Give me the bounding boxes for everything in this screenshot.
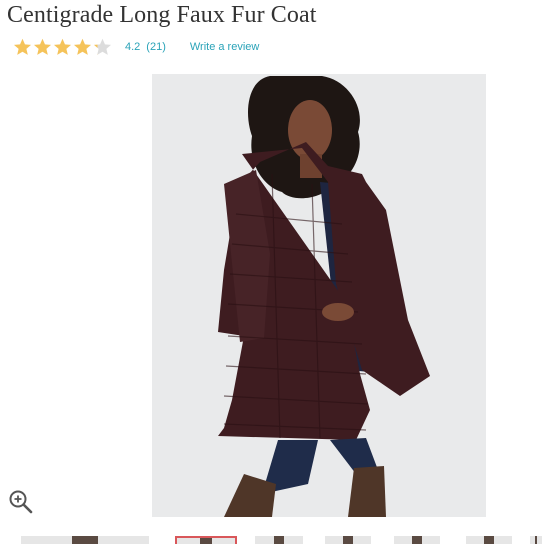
rating-value: 4.2 xyxy=(125,41,141,53)
rating-summary: 4.2 (21) Write a review xyxy=(13,37,259,57)
star-icon xyxy=(53,38,72,55)
thumbnail[interactable] xyxy=(21,536,149,544)
thumbnail-strip xyxy=(0,533,542,544)
thumbnail[interactable] xyxy=(394,536,440,544)
product-title: Centigrade Long Faux Fur Coat xyxy=(7,2,317,28)
thumbnail[interactable] xyxy=(255,536,303,544)
star-icon xyxy=(33,38,52,55)
review-count[interactable]: (21) xyxy=(146,41,166,53)
thumbnail[interactable] xyxy=(325,536,371,544)
star-empty-icon xyxy=(93,38,112,55)
product-main-image[interactable] xyxy=(152,74,486,517)
write-review-link[interactable]: Write a review xyxy=(190,41,259,53)
star-icon xyxy=(73,38,92,55)
thumbnail[interactable] xyxy=(466,536,512,544)
thumbnail[interactable] xyxy=(530,536,542,544)
star-icon xyxy=(13,38,32,55)
thumbnail-active[interactable] xyxy=(175,536,237,544)
zoom-in-icon[interactable] xyxy=(8,489,34,515)
model-photo xyxy=(152,74,486,517)
star-rating xyxy=(13,38,113,56)
